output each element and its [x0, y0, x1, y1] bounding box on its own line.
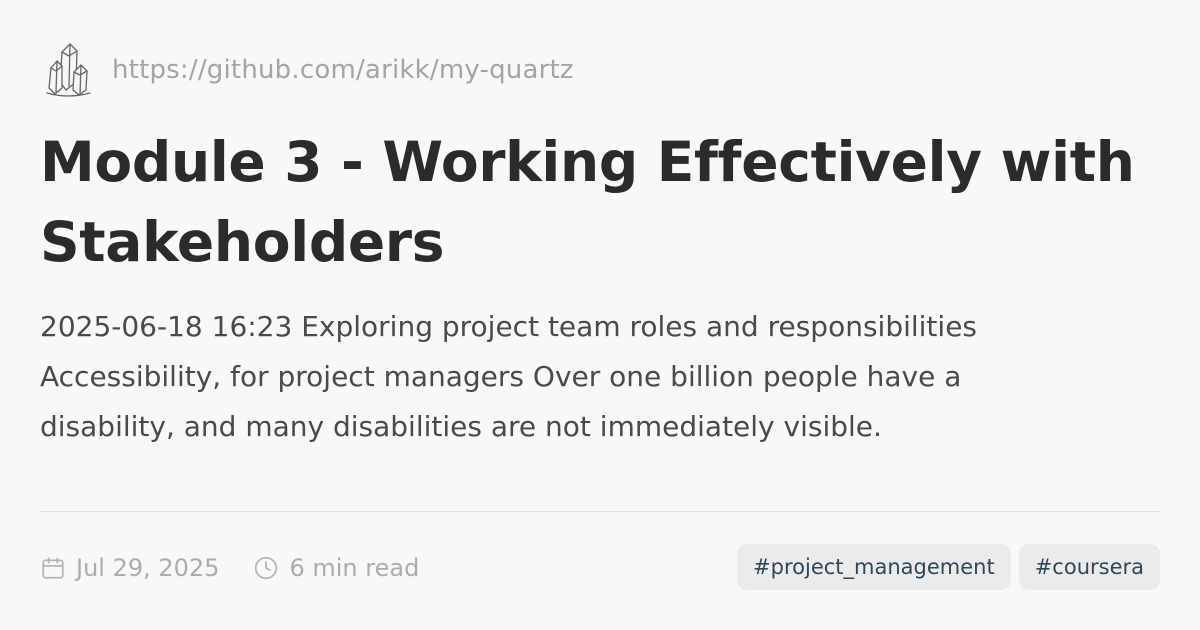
crystal-logo-icon — [46, 43, 91, 97]
divider — [40, 511, 1160, 512]
meta-info: Jul 29, 2025 6 min read — [40, 546, 419, 590]
tag-project-management[interactable]: #project_management — [737, 544, 1011, 590]
og-card: https://github.com/arikk/my-quartz Modul… — [0, 0, 1200, 630]
clock-icon — [255, 556, 278, 580]
tag-coursera[interactable]: #coursera — [1018, 544, 1160, 590]
date-meta: Jul 29, 2025 — [40, 554, 219, 582]
site-url[interactable]: https://github.com/arikk/my-quartz — [112, 55, 574, 85]
publish-date: Jul 29, 2025 — [76, 554, 220, 582]
page-title: Module 3 - Working Effectively with Stak… — [40, 130, 1135, 274]
site-header: https://github.com/arikk/my-quartz — [44, 42, 574, 98]
reading-time-meta: 6 min read — [253, 554, 419, 582]
calendar-icon — [42, 557, 64, 579]
page-description: 2025-06-18 16:23 Exploring project team … — [40, 310, 978, 443]
reading-time: 6 min read — [289, 554, 420, 582]
tag-list: #project_management #coursera — [737, 544, 1160, 590]
